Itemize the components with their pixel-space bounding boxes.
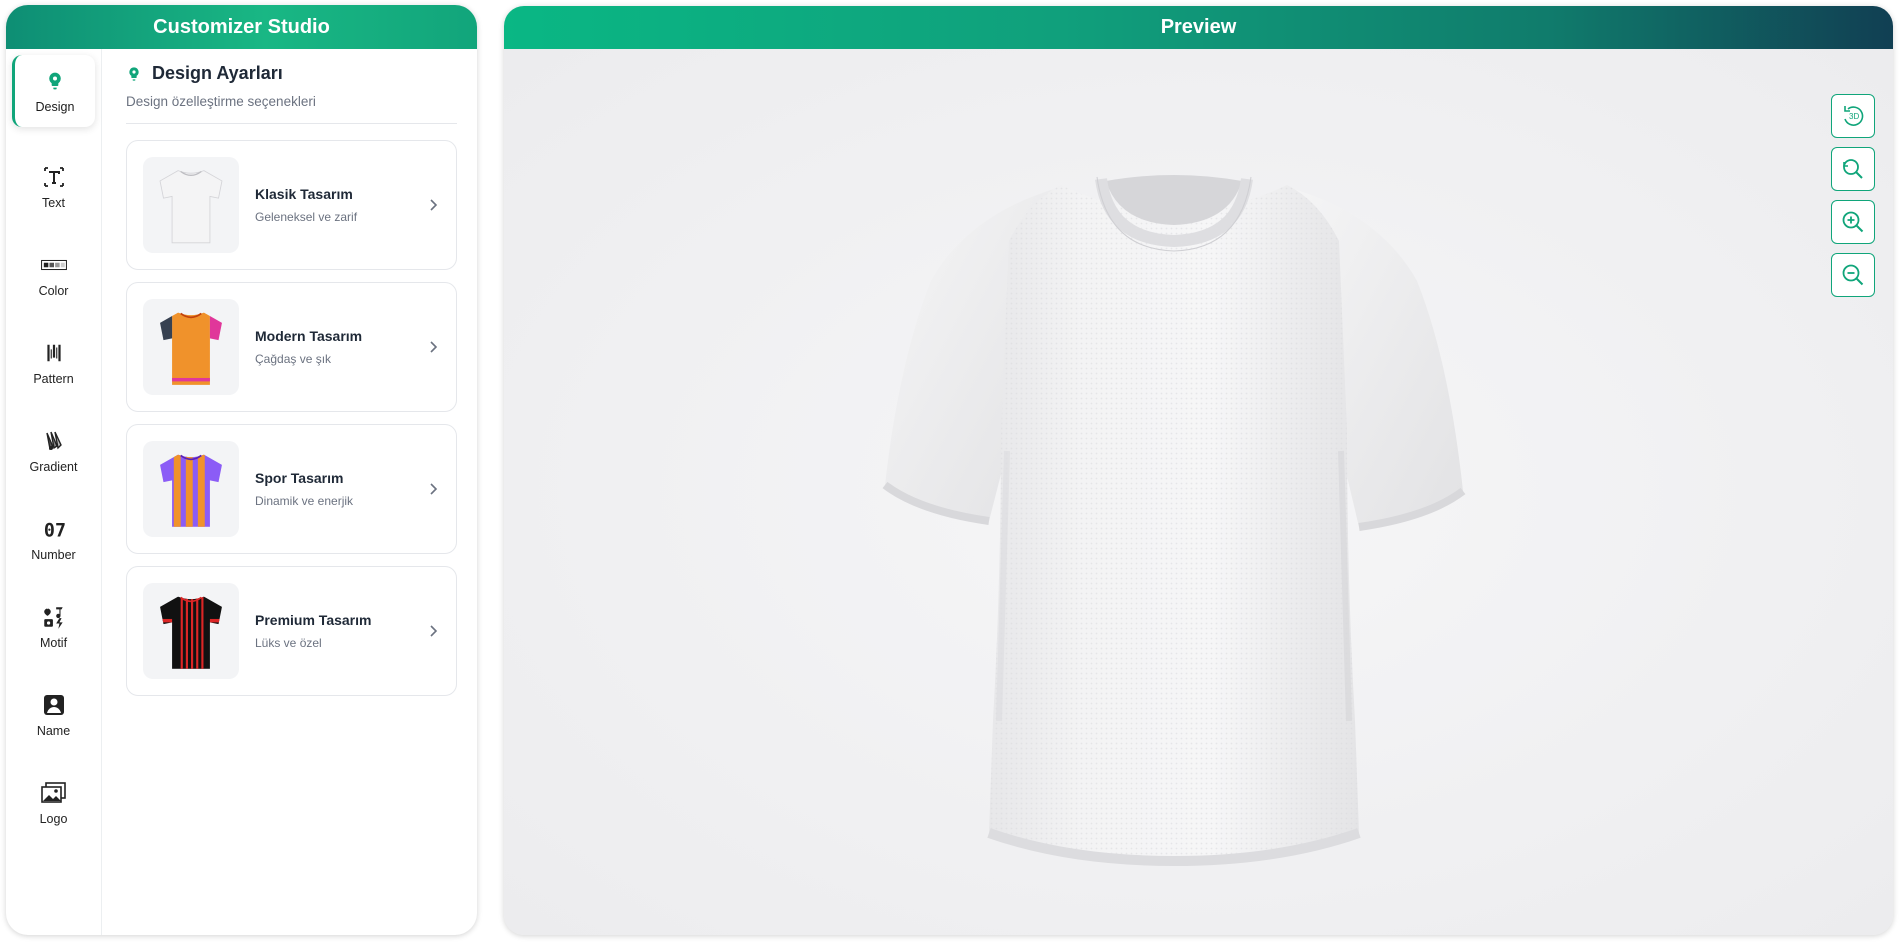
section-header: Design Ayarları [126,63,457,84]
lightbulb-icon [126,64,144,84]
tool-label: Color [38,284,69,298]
option-title: Premium Tasarım [255,612,372,628]
chevron-right-icon [426,624,440,638]
pattern-icon [41,340,67,366]
reset-zoom-icon [1840,156,1866,182]
section-subtitle: Design özelleştirme seçenekleri [126,94,457,124]
option-title: Spor Tasarım [255,470,344,486]
preview-title: Preview [504,6,1893,49]
text-icon [41,164,67,190]
gradient-icon [41,428,67,454]
rotate-3d-button[interactable]: 3D [1831,94,1875,138]
design-option-classic[interactable]: Klasik Tasarım Geleneksel ve zarif [126,140,457,270]
zoom-in-icon [1840,209,1866,235]
viewer-controls: 3D [1831,94,1875,297]
zoom-out-button[interactable] [1831,253,1875,297]
design-settings: Design Ayarları Design özelleştirme seçe… [102,49,477,935]
option-description: Lüks ve özel [255,636,322,650]
option-title: Klasik Tasarım [255,186,353,202]
tool-label: Pattern [33,372,74,386]
tool-number[interactable]: 07 Number [6,495,101,583]
tool-gradient[interactable]: Gradient [6,407,101,495]
tool-label: Text [42,196,65,210]
premium-shirt-thumbnail [143,583,239,679]
logo-image-icon [40,780,67,806]
tool-design[interactable]: Design [12,55,95,127]
tool-color[interactable]: Color [6,231,101,319]
rotate-3d-icon: 3D [1840,103,1866,129]
lightbulb-icon [42,68,68,94]
design-options: Klasik Tasarım Geleneksel ve zarif Moder… [126,140,457,696]
tool-motif[interactable]: Motif [6,583,101,671]
reset-zoom-button[interactable] [1831,147,1875,191]
tool-label: Design [35,100,75,114]
sport-shirt-thumbnail [143,441,239,537]
tool-label: Motif [39,636,68,650]
design-option-premium[interactable]: Premium Tasarım Lüks ve özel [126,566,457,696]
preview-stage[interactable]: 3D [504,49,1893,935]
classic-shirt-thumbnail [143,157,239,253]
svg-text:07: 07 [43,520,64,541]
color-swatch-icon [40,252,67,278]
tool-name[interactable]: Name [6,671,101,759]
zoom-in-button[interactable] [1831,200,1875,244]
option-description: Geleneksel ve zarif [255,210,358,224]
tool-rail: Design Text Color Pattern Gradient 07 Nu… [6,49,102,935]
name-icon [41,692,67,718]
option-description: Dinamik ve enerjik [255,494,354,508]
customizer-panel: Customizer Studio Design Text Color Patt… [6,5,477,935]
motif-icon [41,604,67,630]
tool-label: Gradient [29,460,78,474]
chevron-right-icon [426,340,440,354]
preview-panel: Preview 3D [504,6,1893,935]
modern-shirt-thumbnail [143,299,239,395]
panel-title: Customizer Studio [6,5,477,49]
chevron-right-icon [426,482,440,496]
chevron-right-icon [426,198,440,212]
svg-text:3D: 3D [1849,112,1859,121]
zoom-out-icon [1840,262,1866,288]
number-icon: 07 [41,516,67,542]
tool-text[interactable]: Text [6,143,101,231]
design-option-sport[interactable]: Spor Tasarım Dinamik ve enerjik [126,424,457,554]
tool-label: Logo [39,812,68,826]
tool-label: Name [36,724,71,738]
tool-label: Number [31,548,76,562]
section-title: Design Ayarları [152,63,283,83]
option-title: Modern Tasarım [255,328,363,344]
tshirt-3d-model[interactable] [879,161,1469,867]
design-option-modern[interactable]: Modern Tasarım Çağdaş ve şık [126,282,457,412]
tool-pattern[interactable]: Pattern [6,319,101,407]
tool-logo[interactable]: Logo [6,759,101,847]
option-description: Çağdaş ve şık [255,352,332,366]
